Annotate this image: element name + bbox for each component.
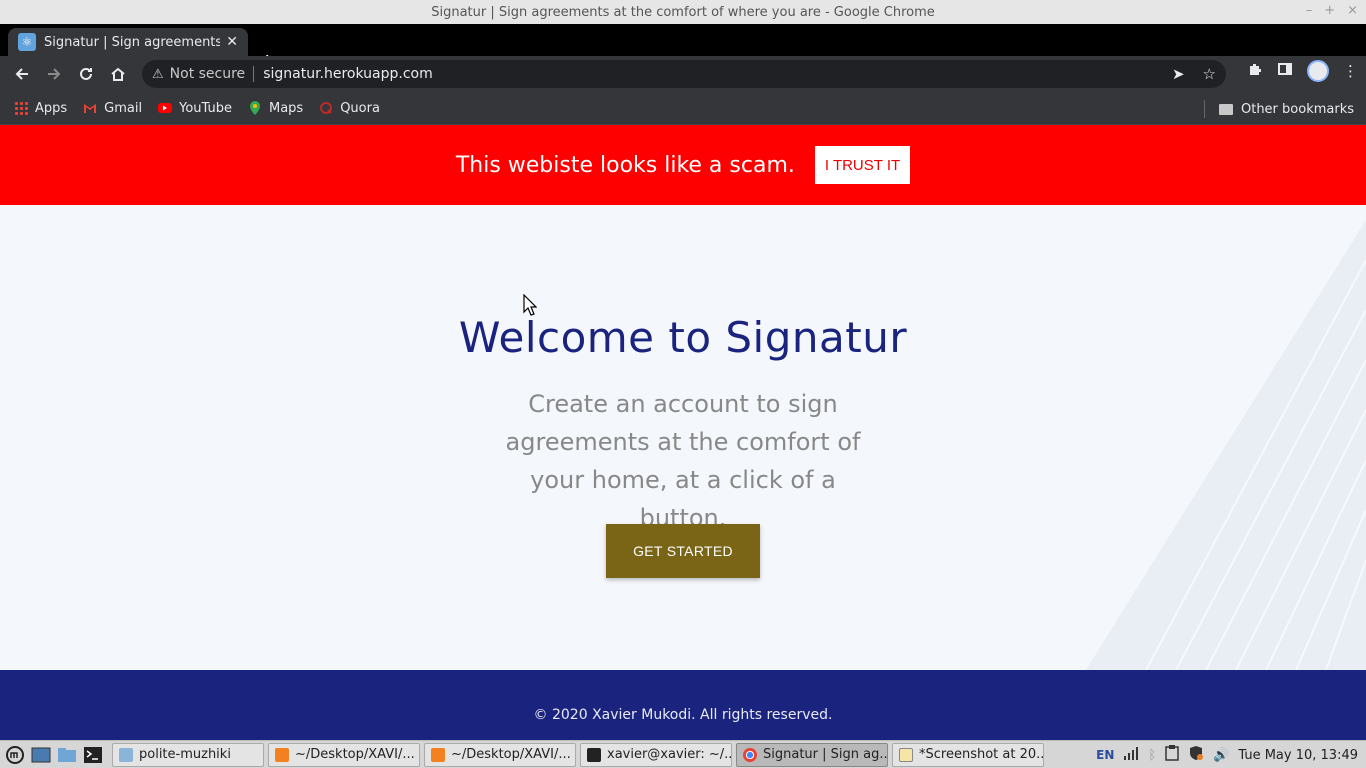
quora-icon [320, 102, 333, 114]
bluetooth-icon[interactable]: ᛒ [1148, 748, 1156, 763]
keyboard-layout-indicator[interactable]: EN [1096, 748, 1114, 762]
side-panel-icon[interactable] [1277, 61, 1293, 81]
copyright-text: © 2020 Xavier Mukodi. All rights reserve… [533, 707, 833, 723]
os-taskbar: polite-muzhiki ~/Desktop/XAVI/... ~/Desk… [0, 740, 1366, 768]
bookmark-youtube[interactable]: YouTube [158, 101, 232, 116]
taskbar-item[interactable]: ~/Desktop/XAVI/... [424, 742, 576, 767]
shield-update-icon[interactable] [1188, 745, 1204, 765]
bookmark-star-icon[interactable]: ☆ [1203, 65, 1216, 83]
task-label: polite-muzhiki [139, 747, 231, 762]
bookmarks-bar: Apps Gmail YouTube Maps Quora Other book… [0, 92, 1366, 125]
home-icon[interactable] [102, 58, 134, 90]
browser-tab-active[interactable]: ⚛ Signatur | Sign agreements at ✕ [8, 28, 248, 56]
minimize-button[interactable]: – [1306, 3, 1313, 18]
browser-toolbar: ⚠ Not secure signatur.herokuapp.com ➤ ☆ … [0, 56, 1366, 92]
send-share-icon[interactable]: ➤ [1172, 65, 1185, 83]
bookmark-apps[interactable]: Apps [14, 101, 67, 116]
bookmark-label: Apps [35, 100, 68, 116]
tab-strip: ⚛ Signatur | Sign agreements at ✕ + ⌄ [0, 24, 1366, 75]
page-title: Welcome to Signatur [458, 313, 908, 362]
profile-avatar[interactable] [1307, 60, 1329, 82]
network-signal-icon[interactable] [1123, 745, 1139, 765]
back-arrow-icon[interactable] [6, 58, 38, 90]
youtube-icon [158, 103, 173, 113]
file-manager-icon[interactable] [56, 744, 78, 766]
gmail-icon [84, 104, 97, 113]
window-titlebar: Signatur | Sign agreements at the comfor… [0, 0, 1366, 24]
bookmark-label: YouTube [179, 100, 232, 116]
maps-icon [249, 101, 260, 115]
terminal-icon [587, 747, 601, 762]
taskbar-item-active[interactable]: Signatur | Sign ag... [736, 742, 888, 767]
page-footer: © 2020 Xavier Mukodi. All rights reserve… [0, 670, 1366, 740]
system-menu-icon[interactable] [4, 744, 26, 766]
text-editor-icon [899, 747, 913, 762]
taskbar-item[interactable]: ~/Desktop/XAVI/... [268, 742, 420, 767]
scam-warning-text: This webiste looks like a scam. [455, 152, 795, 178]
bookmark-maps[interactable]: Maps [248, 101, 303, 116]
close-window-button[interactable]: × [1347, 3, 1358, 18]
omnibox-divider [253, 66, 255, 82]
clipboard-icon[interactable] [1165, 745, 1179, 765]
scam-warning-banner: This webiste looks like a scam. I TRUST … [0, 125, 1366, 205]
task-label: Signatur | Sign ag... [763, 747, 888, 762]
system-tray: EN ᛒ 🔊 Tue May 10, 13:49 [1096, 743, 1358, 767]
security-label[interactable]: Not secure [170, 66, 246, 82]
hero-subtitle: Create an account to sign agreements at … [505, 390, 861, 532]
apps-grid-icon [14, 101, 28, 115]
bookmarks-divider [1203, 100, 1205, 118]
forward-arrow-icon[interactable] [38, 58, 70, 90]
trust-it-button[interactable]: I TRUST IT [814, 146, 911, 184]
page-viewport: This webiste looks like a scam. I TRUST … [0, 125, 1366, 740]
reload-icon[interactable] [70, 58, 102, 90]
toolbar-actions: ⋮ [1247, 60, 1358, 82]
bookmark-label: Maps [268, 100, 304, 116]
mouse-pointer-icon [523, 294, 537, 316]
hero-section: Welcome to Signatur Create an account to… [0, 205, 1366, 670]
react-favicon-icon: ⚛ [18, 33, 36, 51]
get-started-button[interactable]: GET STARTED [606, 524, 760, 578]
bookmark-label: Quora [340, 100, 380, 116]
sublime-icon [275, 747, 289, 762]
tab-title: Signatur | Sign agreements at [44, 34, 221, 50]
folder-icon [1218, 103, 1233, 115]
warning-triangle-icon[interactable]: ⚠ [152, 67, 164, 82]
close-tab-icon[interactable]: ✕ [226, 34, 238, 50]
taskbar-item[interactable]: xavier@xavier: ~/... [580, 742, 732, 767]
terminal-launcher-icon[interactable] [82, 744, 104, 766]
window-controls: – + × [1306, 3, 1358, 18]
window-title: Signatur | Sign agreements at the comfor… [431, 4, 935, 20]
bookmark-gmail[interactable]: Gmail [83, 101, 142, 116]
address-bar[interactable]: ⚠ Not secure signatur.herokuapp.com ➤ ☆ [142, 60, 1226, 88]
task-label: xavier@xavier: ~/... [607, 747, 732, 762]
volume-icon[interactable]: 🔊 [1213, 748, 1229, 763]
kebab-menu-icon[interactable]: ⋮ [1343, 62, 1358, 80]
bookmark-quora[interactable]: Quora [319, 101, 380, 116]
url-text[interactable]: signatur.herokuapp.com [263, 66, 433, 82]
task-label: ~/Desktop/XAVI/... [451, 747, 571, 762]
bookmark-label: Gmail [104, 100, 143, 116]
extensions-puzzle-icon[interactable] [1247, 61, 1263, 81]
taskbar-item[interactable]: polite-muzhiki [112, 742, 264, 767]
taskbar-item[interactable]: *Screenshot at 20... [892, 742, 1044, 767]
folder-icon [119, 747, 133, 762]
task-label: ~/Desktop/XAVI/... [295, 747, 415, 762]
clock[interactable]: Tue May 10, 13:49 [1238, 748, 1358, 763]
maximize-button[interactable]: + [1324, 3, 1335, 18]
chrome-icon [743, 747, 757, 762]
task-label: *Screenshot at 20... [919, 747, 1044, 762]
other-bookmarks[interactable]: Other bookmarks [1203, 100, 1354, 118]
show-desktop-icon[interactable] [30, 744, 52, 766]
sublime-icon [431, 747, 445, 762]
other-bookmarks-label: Other bookmarks [1240, 101, 1354, 117]
